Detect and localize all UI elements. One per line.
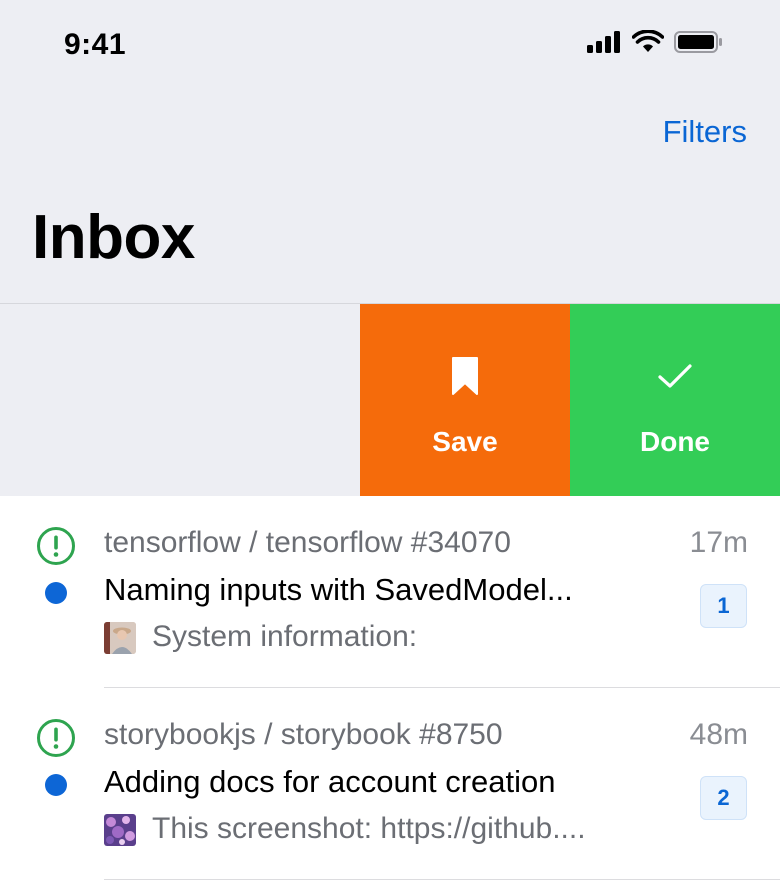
- comment-count-badge: 2: [700, 776, 747, 820]
- status-time: 9:41: [64, 28, 127, 61]
- filters-button[interactable]: Filters: [663, 114, 747, 150]
- status-icons: [586, 30, 724, 54]
- notification-title: Adding docs for account creation: [104, 764, 556, 799]
- swiped-row: Save Done: [0, 304, 780, 496]
- cellular-signal-icon: [587, 31, 620, 53]
- notification-snippet: System information:: [152, 620, 418, 653]
- avatar: [104, 622, 136, 654]
- done-label: Done: [640, 426, 710, 457]
- repo-reference: tensorflow / tensorflow #34070: [104, 526, 511, 559]
- comment-count-badge: 1: [700, 584, 747, 628]
- timestamp: 17m: [689, 526, 748, 559]
- timestamp: 48m: [689, 718, 748, 751]
- save-label: Save: [432, 426, 498, 457]
- done-button[interactable]: Done: [570, 304, 780, 496]
- header-area: 9:41 Filters Inbox: [0, 0, 780, 304]
- save-button[interactable]: Save: [360, 304, 570, 496]
- bookmark-icon: [452, 357, 478, 395]
- issue-open-icon: [37, 527, 75, 565]
- unread-indicator: [45, 582, 67, 604]
- checkmark-icon: [658, 364, 692, 388]
- notification-item[interactable]: tensorflow / tensorflow #34070 17m Namin…: [0, 496, 780, 688]
- wifi-icon: [632, 30, 664, 52]
- repo-reference: storybookjs / storybook #8750: [104, 718, 503, 751]
- notification-snippet: This screenshot: https://github....: [152, 812, 586, 845]
- battery-icon: [674, 31, 722, 53]
- notification-title: Naming inputs with SavedModel...: [104, 572, 573, 607]
- avatar: [104, 814, 136, 846]
- notification-item[interactable]: storybookjs / storybook #8750 48m Adding…: [0, 688, 780, 880]
- unread-indicator: [45, 774, 67, 796]
- page-title: Inbox: [32, 203, 195, 272]
- issue-open-icon: [37, 719, 75, 757]
